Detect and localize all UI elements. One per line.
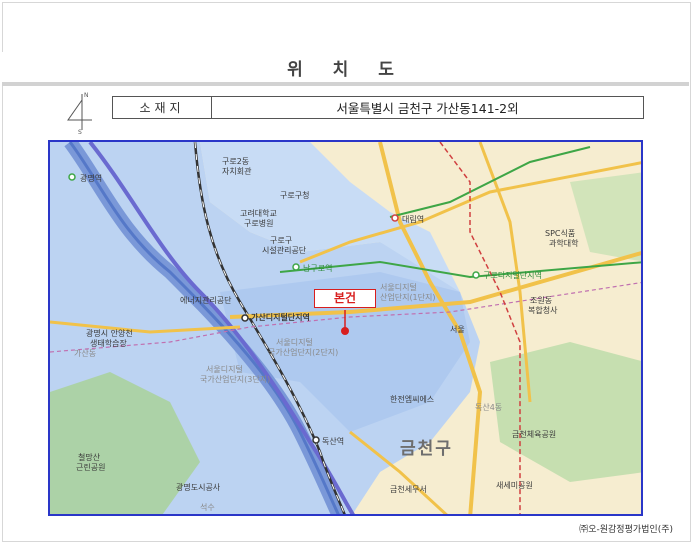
map-label-geunrin: 근린공원 <box>76 463 106 472</box>
compass-south: S <box>78 129 82 134</box>
map-label-geumcheon-office: 금천세무서 <box>390 485 427 494</box>
map-label-gasan: 가산동 <box>74 349 97 358</box>
station-marker-gwangmyeong <box>68 173 76 181</box>
address-label: 소재지 <box>113 97 212 118</box>
footer-company: ㈜오-원감정평가법인(주) <box>579 525 673 535</box>
map-label-guro2-office: 자치회관 <box>222 167 252 176</box>
address-value: 서울특별시 금천구 가산동141-2외 <box>336 101 519 116</box>
map-label-digital2b: 국가산업단지(2단지) <box>268 348 339 357</box>
map-label-doksan-station: 독산역 <box>322 437 345 446</box>
map-label-energy: 에너지관리공단 <box>180 296 232 305</box>
map-label-gwangmyeong-station: 광명역 <box>80 174 103 183</box>
map-label-guro-hospital: 구로병원 <box>244 219 274 228</box>
map-label-spc2: 과학대학 <box>549 239 579 248</box>
map-label-jorwon2: 복합청사 <box>528 306 558 315</box>
map-label-daerim: 대림역 <box>402 215 425 224</box>
map-label-namguro: 남구로역 <box>303 264 333 273</box>
station-marker-daerim <box>391 214 399 222</box>
compass-icon: N S <box>67 92 92 134</box>
map-label-guro-digital: 구로디지털단지역 <box>483 271 542 280</box>
station-marker-doksan <box>312 436 320 444</box>
compass-north: N <box>84 92 89 99</box>
map-label-digital1b: 산업단지(1단지) <box>380 293 436 302</box>
map-label-hanjeon: 한전엠씨에스 <box>390 395 435 404</box>
location-map[interactable]: 본건 구로2동 자치회관 광명역 구로구청 고려대학교 구로병원 구로구 시설관… <box>48 140 643 516</box>
map-label-guro-office: 구로구청 <box>280 191 310 200</box>
map-label-saesemi: 새세미공원 <box>496 481 533 490</box>
station-marker-guro-digital <box>472 271 480 279</box>
subject-label[interactable]: 본건 <box>314 289 376 308</box>
map-label-facilities2: 시설관리공단 <box>262 246 307 255</box>
map-label-gasan-digital: 가산디지털단지역 <box>251 313 310 322</box>
map-label-geumcheon-gu: 금천구 <box>400 439 453 459</box>
station-marker-gasan <box>241 314 249 322</box>
map-label-geumcheon-stadium: 금천체육공원 <box>512 430 557 439</box>
map-label-seoul-gate: 서울 <box>450 325 465 334</box>
address-box: 소재지 서울특별시 금천구 가산동141-2외 <box>112 96 644 119</box>
map-canvas <box>50 142 641 514</box>
subject-pin-icon[interactable] <box>341 327 349 335</box>
page-title: 위 치 도 <box>287 60 406 80</box>
map-label-digital3b: 국가산업단지(3단지) <box>200 375 271 384</box>
map-label-gwangmyeong-corp: 광명도시공사 <box>176 483 221 492</box>
map-label-seoksu: 석수 <box>200 503 215 512</box>
station-marker-namguro <box>292 263 300 271</box>
map-label-doksan4: 독산4동 <box>475 403 503 412</box>
